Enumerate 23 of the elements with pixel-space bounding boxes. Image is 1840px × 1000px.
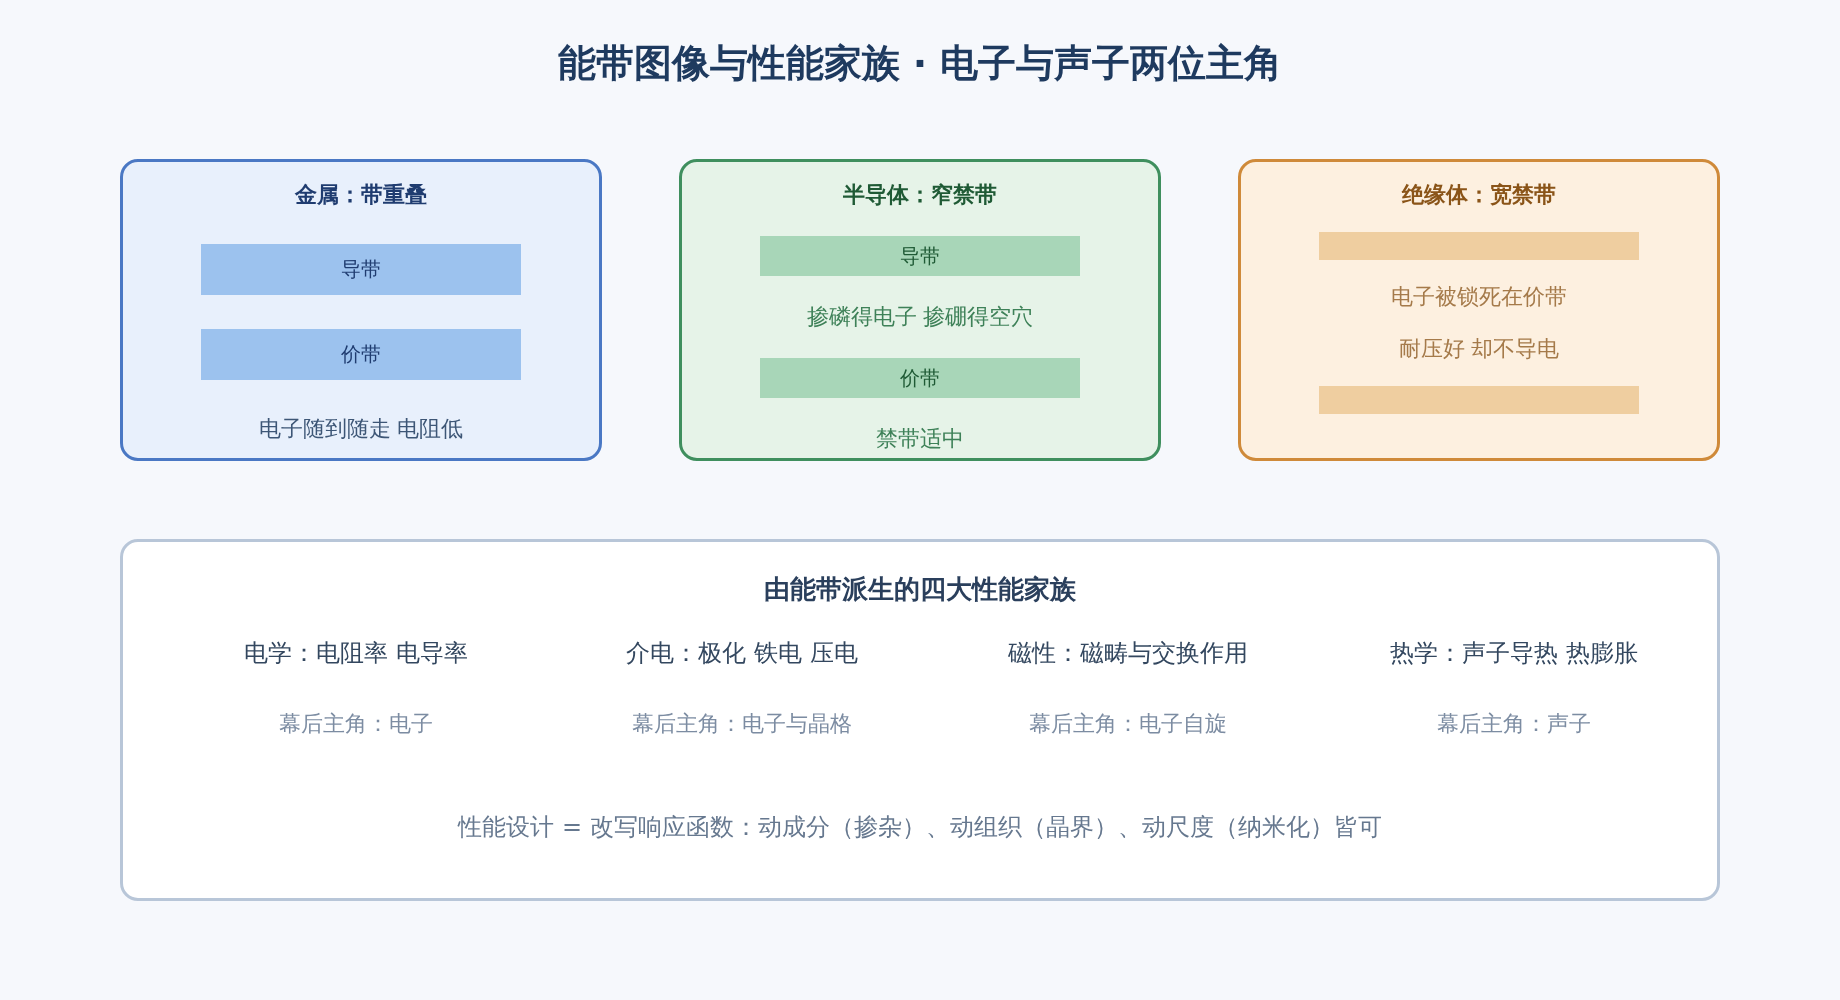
card-caption: 耐压好 却不导电	[1398, 335, 1560, 363]
card-title: 半导体：窄禁带	[843, 181, 997, 209]
card-caption: 禁带适中	[876, 425, 964, 453]
family-driver: 幕后主角：声子	[1437, 710, 1591, 738]
card-caption: 电子随到随走 电阻低	[258, 415, 464, 443]
panel-title: 由能带派生的四大性能家族	[764, 573, 1076, 606]
family-name: 介电：极化 铁电 压电	[626, 638, 858, 669]
card-title: 金属：带重叠	[295, 181, 427, 209]
card-caption: 电子被锁死在价带	[1391, 283, 1567, 311]
card-caption: 掺磷得电子 掺硼得空穴	[806, 303, 1034, 331]
energy-band: 导带	[760, 236, 1080, 276]
family-name: 磁性：磁畴与交换作用	[1008, 638, 1248, 669]
family-driver: 幕后主角：电子与晶格	[632, 710, 852, 738]
family-driver: 幕后主角：电子	[279, 710, 433, 738]
energy-band: 价带	[201, 329, 521, 380]
energy-band: 导带	[201, 244, 521, 295]
footer-note: 性能设计 = 改写响应函数：动成分（掺杂）、动组织（晶界）、动尺度（纳米化）皆可	[458, 812, 1382, 843]
page-title: 能带图像与性能家族 · 电子与声子两位主角	[556, 40, 1284, 87]
family-name: 电学：电阻率 电导率	[244, 638, 468, 669]
card-title: 绝缘体：宽禁带	[1402, 181, 1556, 209]
family-driver: 幕后主角：电子自旋	[1029, 710, 1227, 738]
family-name: 热学：声子导热 热膨胀	[1390, 638, 1638, 669]
energy-band: 价带	[760, 358, 1080, 398]
